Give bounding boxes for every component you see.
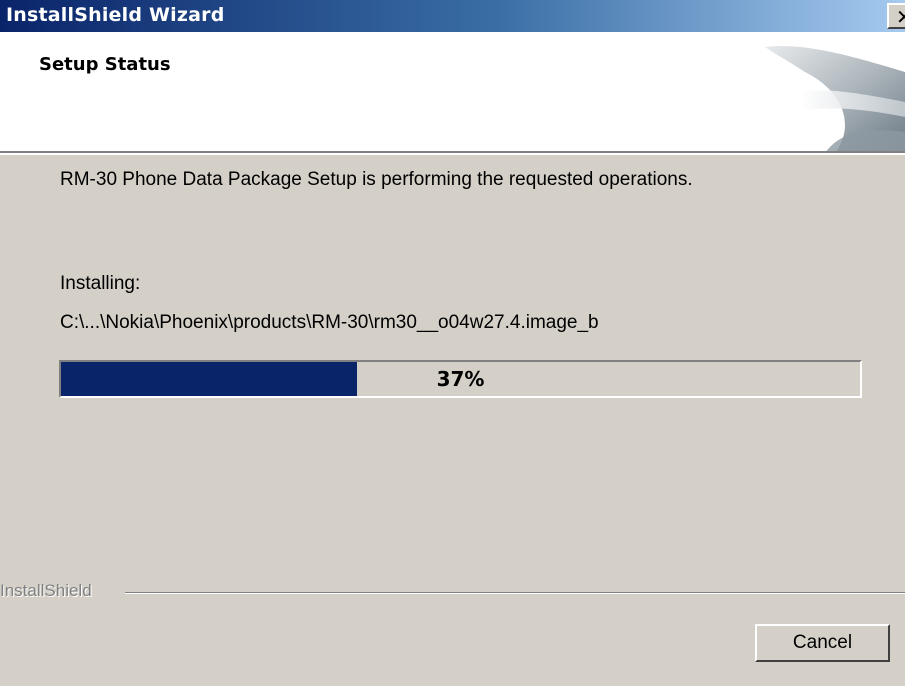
installshield-window: InstallShield Wizard ✕ Setup Status RM-3… <box>0 0 905 686</box>
current-file-path: C:\...\Nokia\Phoenix\products\RM-30\rm30… <box>60 312 599 333</box>
installing-label: Installing: <box>60 273 141 294</box>
page-title: Setup Status <box>39 54 171 75</box>
header-panel: Setup Status <box>0 32 905 153</box>
header-divider <box>0 153 905 155</box>
cancel-button[interactable]: Cancel <box>755 624 890 662</box>
progress-bar: 37% <box>59 360 862 398</box>
close-icon: ✕ <box>896 5 905 29</box>
progress-percent-label: 37% <box>436 367 485 391</box>
window-title: InstallShield Wizard <box>6 4 225 26</box>
installshield-brand-label: InstallShield <box>0 581 98 601</box>
status-description: RM-30 Phone Data Package Setup is perfor… <box>60 169 693 190</box>
title-bar[interactable]: InstallShield Wizard ✕ <box>0 0 905 32</box>
branding-divider-highlight <box>125 593 905 594</box>
header-swirl-graphic <box>765 46 905 151</box>
installshield-branding: InstallShield <box>0 580 905 604</box>
close-button[interactable]: ✕ <box>887 3 905 29</box>
